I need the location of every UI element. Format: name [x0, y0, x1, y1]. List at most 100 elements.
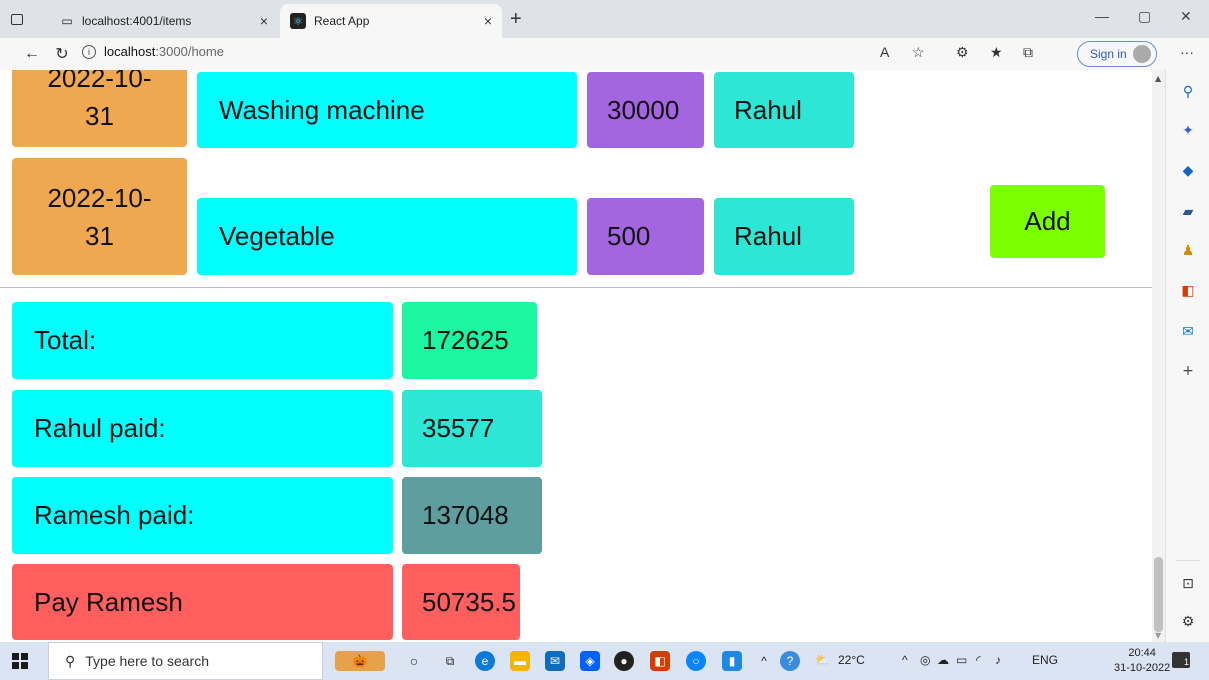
page-icon: ▭: [61, 14, 73, 28]
url-field[interactable]: i localhost:3000/home: [82, 44, 224, 59]
divider: [1176, 560, 1200, 561]
sign-in-button[interactable]: Sign in: [1077, 41, 1157, 67]
scroll-down-icon[interactable]: ▼: [1155, 631, 1161, 640]
cortana-icon[interactable]: ○: [404, 651, 424, 671]
settings-icon[interactable]: ⚙: [1179, 613, 1197, 631]
wifi-icon[interactable]: ◜: [976, 653, 981, 667]
expense-payer: Rahul: [714, 198, 854, 275]
app-icon[interactable]: ▮: [722, 651, 742, 671]
notification-count: 1: [1183, 657, 1189, 667]
weather-temp[interactable]: 22°C: [838, 653, 865, 667]
copilot-icon[interactable]: ✦: [1179, 122, 1197, 140]
page-scrollbar[interactable]: ▲ ▼: [1152, 70, 1165, 642]
browser-tab-bar: ▭ localhost:4001/items × ⚛ React App × +…: [0, 0, 1209, 38]
avatar: [1132, 45, 1151, 63]
ramesh-paid-value: 137048: [402, 477, 542, 554]
clock-time: 20:44: [1128, 647, 1156, 659]
tray-app-icon[interactable]: ◎: [920, 653, 930, 667]
expense-amount: 500: [587, 198, 704, 275]
browser-app-icon[interactable]: ○: [686, 651, 706, 671]
notifications-icon[interactable]: 1: [1172, 652, 1190, 668]
tools-icon[interactable]: ▰: [1179, 203, 1197, 221]
tab-title: localhost:4001/items: [82, 14, 192, 28]
collections-icon[interactable]: ⧉: [1023, 44, 1033, 61]
date-part: 31: [85, 220, 114, 251]
rahul-paid-value: 35577: [402, 390, 542, 467]
github-icon[interactable]: ●: [614, 651, 634, 671]
search-placeholder: Type here to search: [85, 653, 210, 669]
task-view-icon[interactable]: ⧉: [440, 651, 460, 671]
add-icon[interactable]: +: [1179, 362, 1197, 380]
tab-actions-icon[interactable]: [0, 4, 34, 34]
date-part: 2022-10-: [47, 70, 152, 93]
ramesh-paid-label: Ramesh paid:: [12, 477, 393, 554]
office-icon[interactable]: ◧: [1179, 282, 1197, 300]
shopping-icon[interactable]: ◆: [1179, 162, 1197, 180]
windows-start-icon[interactable]: [12, 653, 28, 669]
help-icon[interactable]: ?: [780, 651, 800, 671]
total-value: 172625: [402, 302, 537, 379]
date-part: 31: [85, 100, 114, 131]
expense-item: Washing machine: [197, 72, 577, 148]
overflow-chevron-icon[interactable]: ^: [758, 651, 770, 671]
close-tab-icon[interactable]: ×: [484, 13, 492, 29]
expense-amount: 30000: [587, 72, 704, 148]
mail-icon[interactable]: ✉: [545, 651, 565, 671]
games-icon[interactable]: ♟: [1179, 242, 1197, 260]
url-host: localhost: [104, 44, 156, 59]
info-icon[interactable]: i: [82, 44, 96, 59]
read-aloud-icon[interactable]: A: [880, 44, 889, 60]
office-icon[interactable]: ◧: [650, 651, 670, 671]
close-window-icon[interactable]: ✕: [1180, 8, 1192, 25]
react-icon: ⚛: [290, 13, 306, 29]
outlook-icon[interactable]: ✉: [1179, 323, 1197, 341]
expense-item: Vegetable: [197, 198, 577, 275]
address-bar: ← ↻ i localhost:3000/home A ☆ ⚙ ★ ⧉ Sign…: [0, 38, 1209, 70]
hidden-icons-chevron-icon[interactable]: ^: [902, 653, 908, 667]
new-tab-button[interactable]: +: [510, 8, 522, 31]
language-indicator[interactable]: ENG: [1032, 653, 1058, 667]
minimize-icon[interactable]: —: [1095, 8, 1109, 24]
search-icon[interactable]: ⚲: [1179, 83, 1197, 101]
favorites-add-icon[interactable]: ☆: [912, 44, 925, 61]
rahul-paid-label: Rahul paid:: [12, 390, 393, 467]
close-tab-icon[interactable]: ×: [260, 13, 268, 29]
expense-date: 2022-10- 31: [12, 158, 187, 275]
more-options-icon[interactable]: ···: [1180, 44, 1194, 60]
search-icon: ⚲: [65, 652, 76, 669]
scroll-thumb[interactable]: [1154, 557, 1163, 632]
edge-sidebar: ⚲ ✦ ◆ ▰ ♟ ◧ ✉ + ⊡ ⚙: [1165, 70, 1209, 642]
scroll-up-icon[interactable]: ▲: [1155, 74, 1161, 83]
cloud-icon[interactable]: ☁: [937, 653, 949, 667]
total-label: Total:: [12, 302, 393, 379]
tab-title: React App: [314, 14, 370, 28]
sign-in-label: Sign in: [1090, 47, 1127, 61]
tab-items[interactable]: ▭ localhost:4001/items ×: [50, 4, 278, 38]
edge-icon[interactable]: e: [475, 651, 495, 671]
page-content: 2022-10- 31 Washing machine 30000 Rahul …: [0, 70, 1152, 642]
refresh-icon[interactable]: ↻: [50, 42, 74, 66]
extensions-icon[interactable]: ⚙: [956, 44, 969, 61]
expense-date: 2022-10- 31: [12, 70, 187, 147]
weather-icon[interactable]: ⛅: [815, 653, 830, 667]
dropbox-icon[interactable]: ◈: [580, 651, 600, 671]
back-icon[interactable]: ←: [20, 42, 44, 66]
windows-taskbar: ⚲ Type here to search 🎃 ○ ⧉ e ▬ ✉ ◈ ● ◧ …: [0, 642, 1209, 680]
pay-ramesh-label: Pay Ramesh: [12, 564, 393, 640]
favorites-icon[interactable]: ★: [990, 44, 1003, 61]
date-part: 2022-10-: [47, 182, 152, 213]
clock[interactable]: 20:44 31-10-2022: [1114, 646, 1170, 676]
expense-payer: Rahul: [714, 72, 854, 148]
taskbar-search[interactable]: ⚲ Type here to search: [48, 642, 323, 680]
pay-ramesh-value: 50735.5: [402, 564, 520, 640]
add-button[interactable]: Add: [990, 185, 1105, 258]
clock-date: 31-10-2022: [1114, 662, 1171, 674]
split-screen-icon[interactable]: ⊡: [1179, 575, 1197, 593]
tab-react-app[interactable]: ⚛ React App ×: [280, 4, 502, 38]
restore-icon[interactable]: ▢: [1138, 8, 1151, 25]
url-path: :3000/home: [155, 44, 224, 59]
halloween-search-highlight-icon[interactable]: 🎃: [335, 651, 385, 671]
file-explorer-icon[interactable]: ▬: [510, 651, 530, 671]
volume-icon[interactable]: ♪: [995, 653, 1001, 667]
battery-icon[interactable]: ▭: [956, 653, 967, 667]
